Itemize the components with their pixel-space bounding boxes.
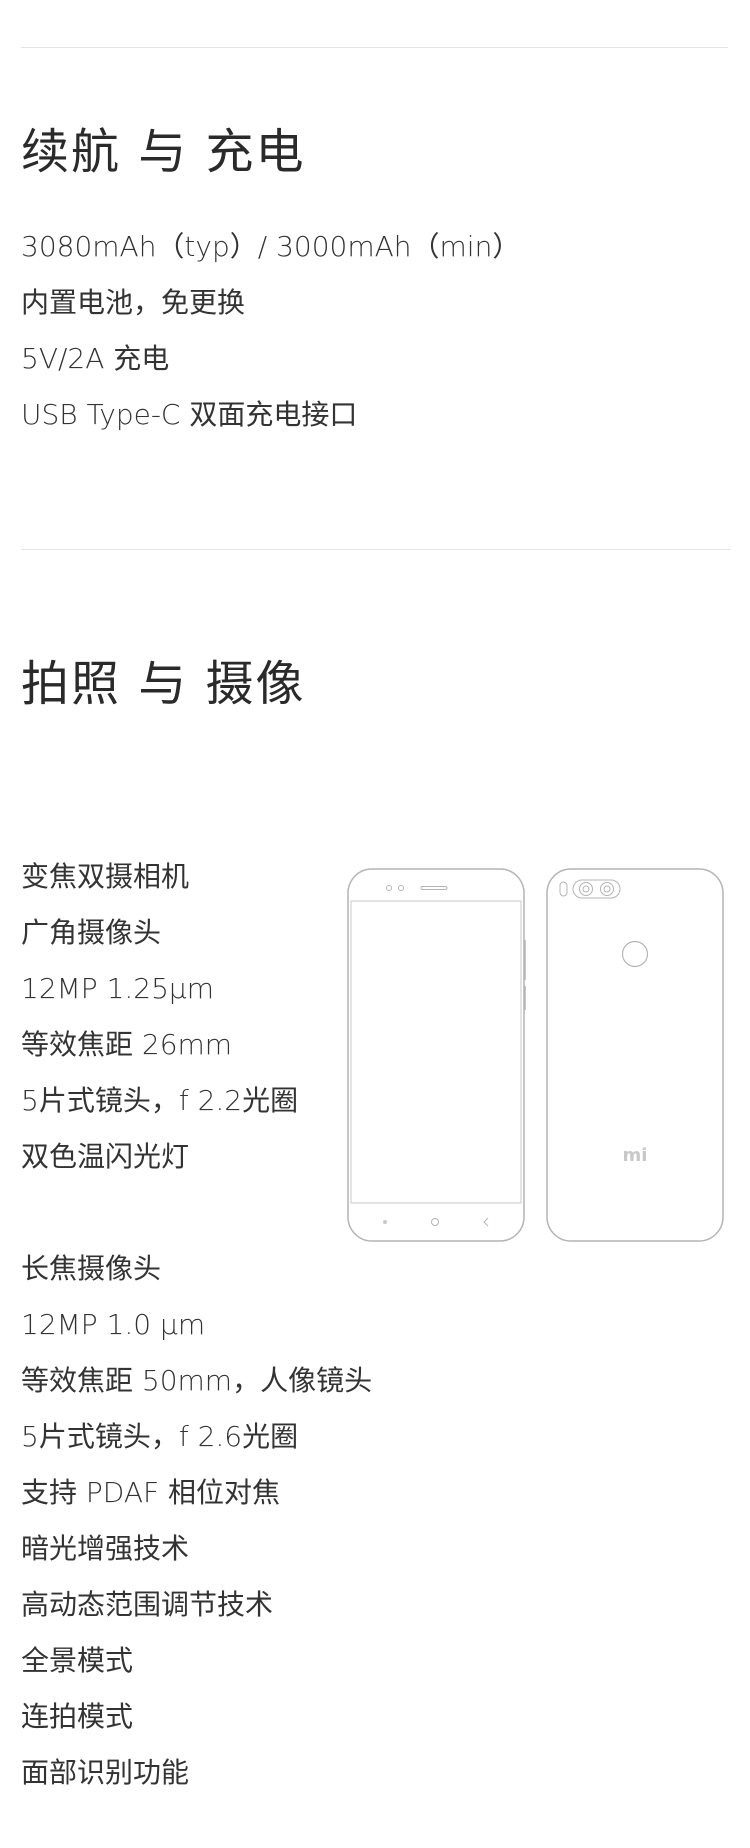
back-nav-icon [483, 1217, 489, 1227]
camera-spec-wide: 广角摄像头 [21, 916, 162, 949]
earpiece-icon [420, 886, 448, 890]
camera-spec-face: 面部识别功能 [21, 1756, 190, 1789]
flash-icon [559, 881, 568, 897]
front-camera-icon [386, 885, 392, 891]
camera-spec-dual: 变焦双摄相机 [21, 860, 190, 893]
camera-spec-wide-mp: 12MP 1.25μm [21, 972, 215, 1005]
camera-section-title: 拍照 与 摄像 [21, 656, 306, 712]
camera-spec-tele-mp: 12MP 1.0 μm [21, 1308, 206, 1341]
section-divider [21, 549, 731, 550]
phone-back-body [546, 868, 724, 1242]
camera-spec-tele-lens: 5片式镜头，f 2.6光圈 [21, 1420, 299, 1453]
camera-spec-hdr: 高动态范围调节技术 [21, 1588, 274, 1621]
top-divider [21, 47, 728, 48]
camera-spec-wide-focal: 等效焦距 26mm [21, 1028, 233, 1061]
camera-lens-tele-icon [600, 882, 614, 896]
camera-spec-tele: 长焦摄像头 [21, 1252, 162, 1285]
phone-back-illustration: mi [546, 868, 726, 1244]
camera-spec-panorama: 全景模式 [21, 1644, 134, 1677]
camera-spec-wide-lens: 5片式镜头，f 2.2光圈 [21, 1084, 299, 1117]
camera-spec-tele-focal: 等效焦距 50mm，人像镜头 [21, 1364, 373, 1397]
mi-logo: mi [623, 1145, 648, 1166]
battery-spec-usb: USB Type-C 双面充电接口 [21, 398, 358, 431]
battery-spec-capacity: 3080mAh（typ）/ 3000mAh（min） [21, 230, 521, 263]
phone-front-illustration [347, 868, 527, 1244]
fingerprint-sensor-icon [621, 940, 649, 968]
phone-front-body [347, 868, 525, 1242]
camera-spec-pdaf: 支持 PDAF 相位对焦 [21, 1476, 281, 1509]
menu-nav-icon [383, 1220, 387, 1224]
battery-spec-builtin: 内置电池，免更换 [21, 286, 246, 319]
camera-spec-lowlight: 暗光增强技术 [21, 1532, 190, 1565]
phone-front-screen [350, 900, 522, 1204]
camera-spec-flash: 双色温闪光灯 [21, 1140, 190, 1173]
camera-lens-wide-icon [579, 882, 593, 896]
battery-spec-charging: 5V/2A 充电 [21, 342, 170, 375]
camera-spec-burst: 连拍模式 [21, 1700, 134, 1733]
battery-section-title: 续航 与 充电 [21, 124, 306, 180]
dual-camera-module [572, 879, 621, 899]
home-nav-icon [431, 1218, 439, 1226]
front-sensor-icon [398, 885, 404, 891]
